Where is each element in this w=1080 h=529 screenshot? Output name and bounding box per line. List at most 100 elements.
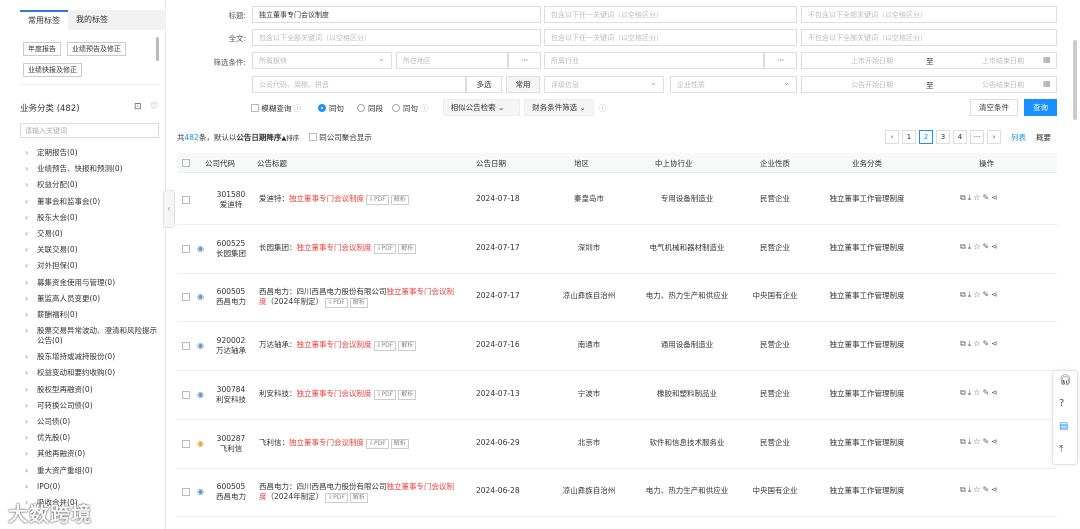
share-icon[interactable]: ⋖	[991, 290, 1000, 299]
view-summary-button[interactable]: 概要	[1036, 132, 1051, 143]
pdf-tag[interactable]: ⇩PDF	[366, 439, 389, 449]
copy-icon[interactable]: ⧉	[960, 339, 968, 348]
copy-icon[interactable]: ⧉	[960, 437, 968, 446]
category-keyword-input[interactable]: 请输入关键词	[20, 123, 159, 138]
page-button[interactable]: ›	[987, 130, 1001, 144]
tree-item[interactable]: 权益变动和要约收购(0)	[23, 368, 163, 378]
edit-icon[interactable]: ✎	[982, 193, 991, 202]
finance-filter-button[interactable]: 财务条件筛选 ⌄	[524, 99, 594, 116]
tree-item[interactable]: 交易(0)	[23, 229, 163, 239]
tab-my-tags[interactable]: 我的标签	[68, 10, 116, 30]
nature-select[interactable]: 企业性质	[670, 76, 797, 93]
headset-icon[interactable]: 🎧︎	[1059, 375, 1072, 386]
tree-item[interactable]: 股东增持或减持股份(0)	[23, 352, 163, 362]
document-icon[interactable]: ▤	[1059, 421, 1068, 432]
sort-icon[interactable]: ▲排序	[281, 134, 299, 142]
copy-icon[interactable]: ⧉	[960, 388, 968, 397]
chip-annual-report[interactable]: 年度报告	[23, 42, 61, 56]
page-button[interactable]: ···	[970, 130, 984, 144]
sort-field[interactable]: 公告日期降序	[236, 133, 281, 142]
tree-item[interactable]: 可转换公司债(0)	[23, 401, 163, 411]
help-icon[interactable]: ⓘ	[599, 103, 607, 114]
help-circle-icon[interactable]: ?	[1059, 398, 1064, 409]
help-icon[interactable]: ⓘ	[294, 104, 302, 113]
page-button[interactable]: ‹	[885, 130, 899, 144]
table-row[interactable]: 301580 爱迪特 爱迪特：独立董事专门会议制度 ⇩PDF 解析 2024-07-18 秦…	[177, 176, 1057, 225]
col-code[interactable]: 公司代码	[205, 158, 235, 169]
tree-item[interactable]: 董监高人员变更(0)	[23, 294, 163, 304]
tree-item[interactable]: 其他再融资(0)	[23, 449, 163, 459]
tree-item[interactable]: 定期报告(0)	[23, 148, 163, 158]
row-checkbox[interactable]	[182, 342, 190, 350]
col-category[interactable]: 业务分类	[852, 158, 882, 169]
page-button[interactable]: 3	[936, 130, 950, 144]
row-checkbox[interactable]	[182, 293, 190, 301]
parse-tag[interactable]: 解析	[390, 195, 409, 205]
col-date[interactable]: 公告日期	[476, 158, 506, 169]
table-row[interactable]: ◉ 300784 利安科技 利安科技：独立董事专门会议制度 ⇩PDF 解析 2024-07-…	[177, 371, 1057, 420]
sidebar-collapse-handle[interactable]: ‹	[163, 190, 175, 228]
edit-icon[interactable]: ✎	[982, 485, 991, 494]
table-row[interactable]: ◉ 600505 西昌电力 西昌电力：四川西昌电力股份有限公司独立董事专门会议制度（2…	[177, 273, 1057, 322]
page-button[interactable]: 4	[953, 130, 967, 144]
view-list-button[interactable]: 列表	[1011, 132, 1026, 143]
page-scrollbar[interactable]	[1073, 40, 1077, 120]
parse-tag[interactable]: 解析	[349, 493, 368, 503]
company-code-input[interactable]: 公司代码、简称、拼音	[252, 76, 466, 93]
pdf-tag[interactable]: ⇩PDF	[373, 390, 397, 400]
tree-item[interactable]: 对外担保(0)	[23, 261, 163, 271]
company-code-cell[interactable]: 600525 长园集团	[209, 239, 253, 259]
edit-icon[interactable]: ✎	[982, 339, 991, 348]
chips-scrollbar[interactable]	[156, 37, 159, 61]
tree-item[interactable]: 重大资产重组(0)	[23, 466, 163, 476]
tree-item[interactable]: 公司债(0)	[23, 417, 163, 427]
parse-tag[interactable]: 解析	[398, 244, 417, 254]
title-input[interactable]: 独立董事专门会议制度	[252, 6, 541, 23]
edit-icon[interactable]: ✎	[982, 388, 991, 397]
tree-item[interactable]: IPO(0)	[23, 482, 163, 492]
page-button[interactable]: 1	[902, 130, 916, 144]
row-checkbox[interactable]	[182, 440, 190, 448]
clear-conditions-button[interactable]: 清空条件	[970, 99, 1018, 116]
col-title[interactable]: 公告标题	[257, 158, 287, 169]
fulltext-any-input[interactable]: 包含以下任一关键词（以空格区分）	[544, 29, 797, 46]
company-code-cell[interactable]: 300784 利安科技	[209, 385, 253, 405]
share-icon[interactable]: ⋖	[991, 242, 1000, 251]
company-code-cell[interactable]: 600505 西昌电力	[209, 287, 253, 307]
announcement-end-date[interactable]: 公告结束日期	[982, 80, 1024, 90]
company-code-cell[interactable]: 920002 万达轴承	[209, 336, 253, 356]
pdf-tag[interactable]: ⇩PDF	[373, 341, 397, 351]
tree-item[interactable]: 关联交易(0)	[23, 245, 163, 255]
company-code-cell[interactable]: 301580 爱迪特	[209, 190, 253, 210]
industry-more-button[interactable]: ···	[764, 52, 797, 69]
parse-tag[interactable]: 解析	[398, 341, 417, 351]
select-all-checkbox[interactable]	[182, 159, 190, 167]
calendar-icon-2[interactable]: ▦	[1043, 79, 1051, 88]
search-button[interactable]: 查询	[1024, 99, 1057, 116]
parse-tag[interactable]: 解析	[398, 390, 417, 400]
fulltext-none-input[interactable]: 不包含以下全部关键词（以空格区分）	[801, 29, 1057, 46]
announcement-title[interactable]: 利安科技：独立董事专门会议制度 ⇩PDF 解析	[259, 389, 459, 400]
row-checkbox[interactable]	[182, 488, 190, 496]
announcement-title[interactable]: 西昌电力：四川西昌电力股份有限公司独立董事专门会议制度（2024年制定） ⇩PDF…	[259, 482, 459, 503]
edit-icon[interactable]: ✎	[982, 242, 991, 251]
col-industry[interactable]: 中上协行业	[655, 158, 693, 169]
copy-icon[interactable]: ⧉	[960, 193, 968, 202]
table-row[interactable]: ◉ 600505 西昌电力 西昌电力：四川西昌电力股份有限公司独立董事专门会议制度（2…	[177, 468, 1057, 517]
title-none-input[interactable]: 不包含以下全部关键词（以空格区分）	[801, 6, 1057, 23]
radio-same-paragraph[interactable]: 同段	[357, 103, 383, 114]
share-icon[interactable]: ⋖	[991, 339, 1000, 348]
row-checkbox[interactable]	[182, 196, 190, 204]
listing-end-date[interactable]: 上市结束日期	[982, 56, 1024, 66]
back-to-top-icon[interactable]: ⤒	[1059, 444, 1063, 455]
common-button[interactable]: 常用	[506, 76, 540, 93]
edit-icon[interactable]: ✎	[982, 437, 991, 446]
table-row[interactable]: ◉ 600525 长园集团 长园集团：独立董事专门会议制度 ⇩PDF 解析 2024-07-…	[177, 225, 1057, 274]
collapse-all-icon[interactable]: ⊡	[134, 102, 142, 112]
rating-select[interactable]: 评级信息	[544, 76, 664, 93]
edit-icon[interactable]: ✎	[982, 290, 991, 299]
help-icon[interactable]: ⓘ	[420, 104, 428, 113]
market-select[interactable]: 所属板块	[252, 52, 392, 69]
announcement-title[interactable]: 飞利信：独立董事专门会议制度 ⇩PDF 解析	[259, 438, 459, 449]
radio-same-sentence[interactable]: 同句	[318, 103, 344, 114]
